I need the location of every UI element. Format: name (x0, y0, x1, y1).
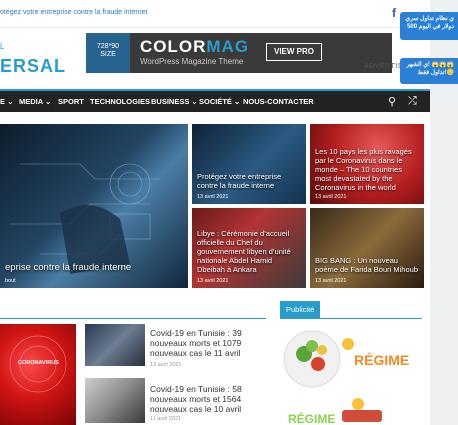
featured-card-3[interactable]: Libye : Cérémonie d’accueil officielle d… (192, 208, 306, 288)
regime-ad-1[interactable]: RÉGIME (282, 324, 422, 392)
featured-card-2[interactable]: Les 10 pays les plus ravagés par le Coro… (310, 124, 424, 204)
ad-size-box[interactable]: 728*90 SIZE (86, 33, 130, 73)
featured-card-1-date: 13 avril 2021 (197, 194, 229, 200)
news-thumb-1[interactable] (85, 324, 145, 366)
section-divider (0, 318, 266, 319)
floating-ad-1-line1: ي نظام تداول سري (405, 16, 454, 22)
regime-ad-2[interactable]: RÉGIME (282, 394, 422, 425)
news-thumb-2[interactable] (85, 378, 145, 423)
featured-main-title[interactable]: eprise contre la fraude interne (5, 262, 184, 273)
top-bar: otégez votre entreprise contre la fraude… (0, 0, 458, 28)
featured-card-4-title[interactable]: BIG BANG : Un nouveau poème de Farida Bo… (315, 256, 420, 274)
logo-prefix[interactable]: L (0, 42, 4, 51)
featured-card-4[interactable]: BIG BANG : Un nouveau poème de Farida Bo… (310, 208, 424, 288)
featured-card-1-title[interactable]: Protégez votre entreprise contre la frau… (197, 172, 302, 190)
ad-size-sub: SIZE (100, 51, 116, 58)
featured-card-2-date: 13 avril 2021 (315, 194, 347, 200)
news-item-2-title[interactable]: Covid-19 en Tunisie : 58 nouveaux morts … (150, 384, 265, 414)
ad-size-label: 728*90 (96, 43, 120, 50)
view-pro-button[interactable]: VIEW PRO (266, 43, 322, 61)
featured-card-4-date: 13 avril 2021 (315, 278, 347, 284)
breaking-news-link[interactable]: otégez votre entreprise contre la fraude… (0, 9, 147, 16)
banner-title: COLORMAG (140, 37, 250, 56)
nav-item-home[interactable]: E ⌄ (0, 97, 13, 106)
publicite-heading: Publicité (280, 301, 321, 318)
regime-ad-2-text: RÉGIME (288, 412, 336, 425)
featured-main-card[interactable]: eprise contre la fraude interne bout (0, 124, 188, 288)
floating-ad-2-line1: ي الشهر! 😱😱😱 (406, 62, 454, 68)
regime-ad-1-text: RÉGIME (354, 352, 410, 368)
sidebar-divider (280, 318, 422, 319)
featured-card-3-title[interactable]: Libye : Cérémonie d’accueil officielle d… (197, 229, 302, 274)
floating-ad-1[interactable]: ي نظام تداول سري 500 دولار في اليوم (400, 12, 458, 40)
virus-graphic (9, 335, 67, 393)
floating-ad-1-line2: 500 دولار في اليوم (407, 24, 454, 30)
shuffle-icon[interactable]: ⤮ (408, 95, 417, 108)
floating-ad-2[interactable]: ي الشهر! 😱😱😱 تداول فقط!🪙 (400, 58, 458, 84)
nav-item-media[interactable]: MEDIA ⌄ (19, 97, 51, 106)
nav-item-contact[interactable]: NOUS-CONTACTER (243, 97, 314, 106)
search-icon[interactable]: ⚲ (388, 95, 396, 108)
news-item-1-title[interactable]: Covid-19 en Tunisie : 39 nouveaux morts … (150, 328, 265, 358)
featured-card-2-title[interactable]: Les 10 pays les plus ravagés par le Coro… (315, 147, 420, 192)
news-item-1-date: 13 avril 2021 (150, 362, 182, 368)
coronavirus-image[interactable]: CORONAVIRUS (0, 324, 76, 425)
nav-item-technologies[interactable]: TECHNOLOGIES (90, 97, 150, 106)
site-logo[interactable]: ERSAL (0, 56, 66, 77)
news-item-2-date: 11 avril 2021 (150, 416, 182, 422)
colormag-banner[interactable]: COLORMAG WordPress Magazine Theme VIEW P… (130, 33, 392, 73)
featured-main-date: bout (5, 278, 16, 284)
nav-item-sport[interactable]: SPORT (58, 97, 84, 106)
floating-ad-2-line2: تداول فقط!🪙 (417, 70, 454, 76)
featured-card-1[interactable]: Protégez votre entreprise contre la frau… (192, 124, 306, 204)
coronavirus-label: CORONAVIRUS (18, 360, 59, 366)
nav-item-business[interactable]: BUSINESS ⌄ (151, 97, 198, 106)
nav-item-societe[interactable]: SOCIÉTÉ ⌄ (199, 97, 240, 106)
main-navigation: E ⌄ MEDIA ⌄ SPORT TECHNOLOGIES BUSINESS … (0, 89, 430, 112)
facebook-icon[interactable]: f (392, 6, 396, 20)
banner-subtitle: WordPress Magazine Theme (140, 57, 244, 66)
featured-card-3-date: 13 avril 2021 (197, 278, 229, 284)
